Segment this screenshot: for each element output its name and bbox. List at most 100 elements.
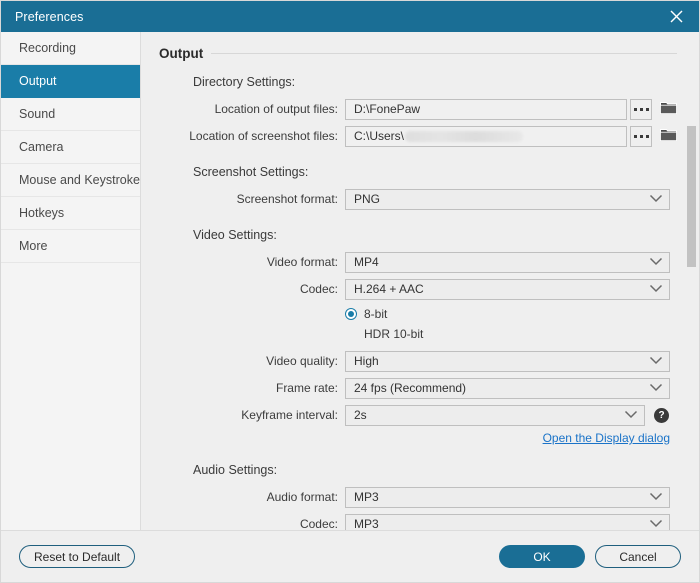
dot-icon	[633, 107, 637, 111]
screenshot-location-label: Location of screenshot files:	[189, 129, 338, 143]
close-button[interactable]	[653, 1, 699, 32]
row-keyframe-interval: Keyframe interval: 2s ?	[159, 404, 677, 426]
audio-format-select[interactable]: MP3	[345, 486, 670, 508]
radio-hdr-10-bit-label: HDR 10-bit	[364, 327, 424, 341]
output-location-input[interactable]: D:\FonePaw	[345, 98, 627, 120]
chevron-down-icon	[649, 517, 663, 530]
dialog-body: Recording Output Sound Camera Mouse and …	[1, 32, 699, 530]
group-title-audio: Audio Settings:	[193, 463, 278, 477]
dot-icon	[639, 107, 643, 111]
dot-icon	[645, 107, 649, 111]
preferences-dialog: Preferences Recording Output Sound Camer…	[0, 0, 700, 583]
chevron-down-icon	[649, 192, 663, 206]
sidebar-item-sound[interactable]: Sound	[1, 98, 140, 131]
screenshot-location-browse-button[interactable]	[630, 125, 653, 147]
sidebar-item-label: Mouse and Keystroke	[19, 173, 140, 187]
video-quality-label: Video quality:	[266, 354, 338, 368]
page-title-rule	[211, 53, 677, 54]
screenshot-format-select[interactable]: PNG	[345, 188, 670, 210]
radio-8-bit[interactable]	[345, 308, 357, 320]
screenshot-format-label: Screenshot format:	[236, 192, 338, 206]
screenshot-format-value: PNG	[354, 192, 381, 206]
output-location-browse-button[interactable]	[630, 98, 653, 120]
output-location-value: D:\FonePaw	[354, 102, 421, 116]
sidebar-item-label: Recording	[19, 41, 76, 55]
video-quality-select[interactable]: High	[345, 350, 670, 372]
keyframe-interval-value: 2s	[354, 408, 367, 422]
row-bit-depth-hdr: HDR 10-bit	[159, 325, 677, 343]
folder-icon	[659, 127, 677, 146]
open-display-dialog-link[interactable]: Open the Display dialog	[543, 431, 670, 445]
cancel-button[interactable]: Cancel	[595, 545, 681, 568]
video-format-select[interactable]: MP4	[345, 251, 670, 273]
group-title-directory: Directory Settings:	[193, 75, 296, 89]
row-audio-format: Audio format: MP3	[159, 486, 677, 508]
screenshot-location-input[interactable]: C:\Users\	[345, 125, 627, 147]
sidebar-item-label: Sound	[19, 107, 56, 121]
output-location-label: Location of output files:	[214, 102, 338, 116]
close-icon	[668, 8, 685, 25]
sidebar-item-recording[interactable]: Recording	[1, 32, 140, 65]
output-location-open-folder-button[interactable]	[659, 99, 677, 120]
sidebar-item-camera[interactable]: Camera	[1, 131, 140, 164]
chevron-down-icon	[649, 490, 663, 504]
sidebar-item-output[interactable]: Output	[1, 65, 140, 98]
chevron-down-icon	[649, 354, 663, 368]
group-title-video: Video Settings:	[193, 228, 277, 242]
row-frame-rate: Frame rate: 24 fps (Recommend)	[159, 377, 677, 399]
window-title: Preferences	[15, 9, 84, 24]
row-video-quality: Video quality: High	[159, 350, 677, 372]
dot-icon	[639, 134, 643, 138]
sidebar-item-label: Output	[19, 74, 57, 88]
audio-codec-select[interactable]: MP3	[345, 513, 670, 530]
video-codec-label: Codec:	[299, 282, 338, 296]
row-screenshot-location: Location of screenshot files: C:\Users\	[159, 125, 677, 147]
row-bit-depth-8bit: 8-bit	[159, 305, 677, 323]
dot-icon	[633, 134, 637, 138]
sidebar-item-mouse-and-keystroke[interactable]: Mouse and Keystroke	[1, 164, 140, 197]
sidebar-item-label: More	[19, 239, 48, 253]
chevron-down-icon	[624, 408, 638, 422]
frame-rate-select[interactable]: 24 fps (Recommend)	[345, 377, 670, 399]
reset-to-default-button[interactable]: Reset to Default	[19, 545, 136, 568]
row-video-format: Video format: MP4	[159, 251, 677, 273]
row-output-location: Location of output files: D:\FonePaw	[159, 98, 677, 120]
screenshot-location-value: C:\Users\	[354, 129, 405, 143]
sidebar-item-hotkeys[interactable]: Hotkeys	[1, 197, 140, 230]
radio-hdr-10-bit[interactable]	[345, 328, 357, 340]
keyframe-interval-label: Keyframe interval:	[241, 408, 338, 422]
redacted-path-blur	[405, 130, 524, 142]
video-quality-value: High	[354, 354, 379, 368]
settings-scrollbar[interactable]	[687, 38, 696, 524]
row-audio-codec: Codec: MP3	[159, 513, 677, 530]
video-codec-select[interactable]: H.264 + AAC	[345, 278, 670, 300]
video-codec-value: H.264 + AAC	[354, 282, 424, 296]
display-dialog-link-row: Open the Display dialog	[159, 431, 670, 445]
ok-label: OK	[533, 549, 551, 564]
cancel-label: Cancel	[619, 549, 657, 564]
sidebar-item-label: Camera	[19, 140, 64, 154]
sidebar-item-label: Hotkeys	[19, 206, 65, 220]
help-icon-glyph: ?	[658, 409, 665, 421]
settings-scrollbar-thumb[interactable]	[687, 126, 696, 267]
folder-icon	[659, 100, 677, 119]
video-format-value: MP4	[354, 255, 379, 269]
keyframe-interval-select[interactable]: 2s	[345, 404, 645, 426]
frame-rate-label: Frame rate:	[275, 381, 338, 395]
row-video-codec: Codec: H.264 + AAC	[159, 278, 677, 300]
settings-panel: Output Directory Settings: Location of o…	[141, 32, 699, 530]
group-title-screenshot: Screenshot Settings:	[193, 165, 309, 179]
page-title: Output	[159, 46, 677, 61]
screenshot-location-open-folder-button[interactable]	[659, 126, 677, 147]
sidebar-item-more[interactable]: More	[1, 230, 140, 263]
sidebar: Recording Output Sound Camera Mouse and …	[1, 32, 141, 530]
keyframe-help-icon[interactable]: ?	[654, 407, 669, 423]
reset-to-default-label: Reset to Default	[34, 549, 121, 564]
chevron-down-icon	[649, 255, 663, 269]
frame-rate-value: 24 fps (Recommend)	[354, 381, 467, 395]
dialog-footer: Reset to Default OK Cancel	[1, 530, 699, 582]
radio-8-bit-label: 8-bit	[364, 307, 388, 321]
video-format-label: Video format:	[266, 255, 338, 269]
ok-button[interactable]: OK	[499, 545, 585, 568]
audio-codec-label: Codec:	[299, 517, 338, 530]
